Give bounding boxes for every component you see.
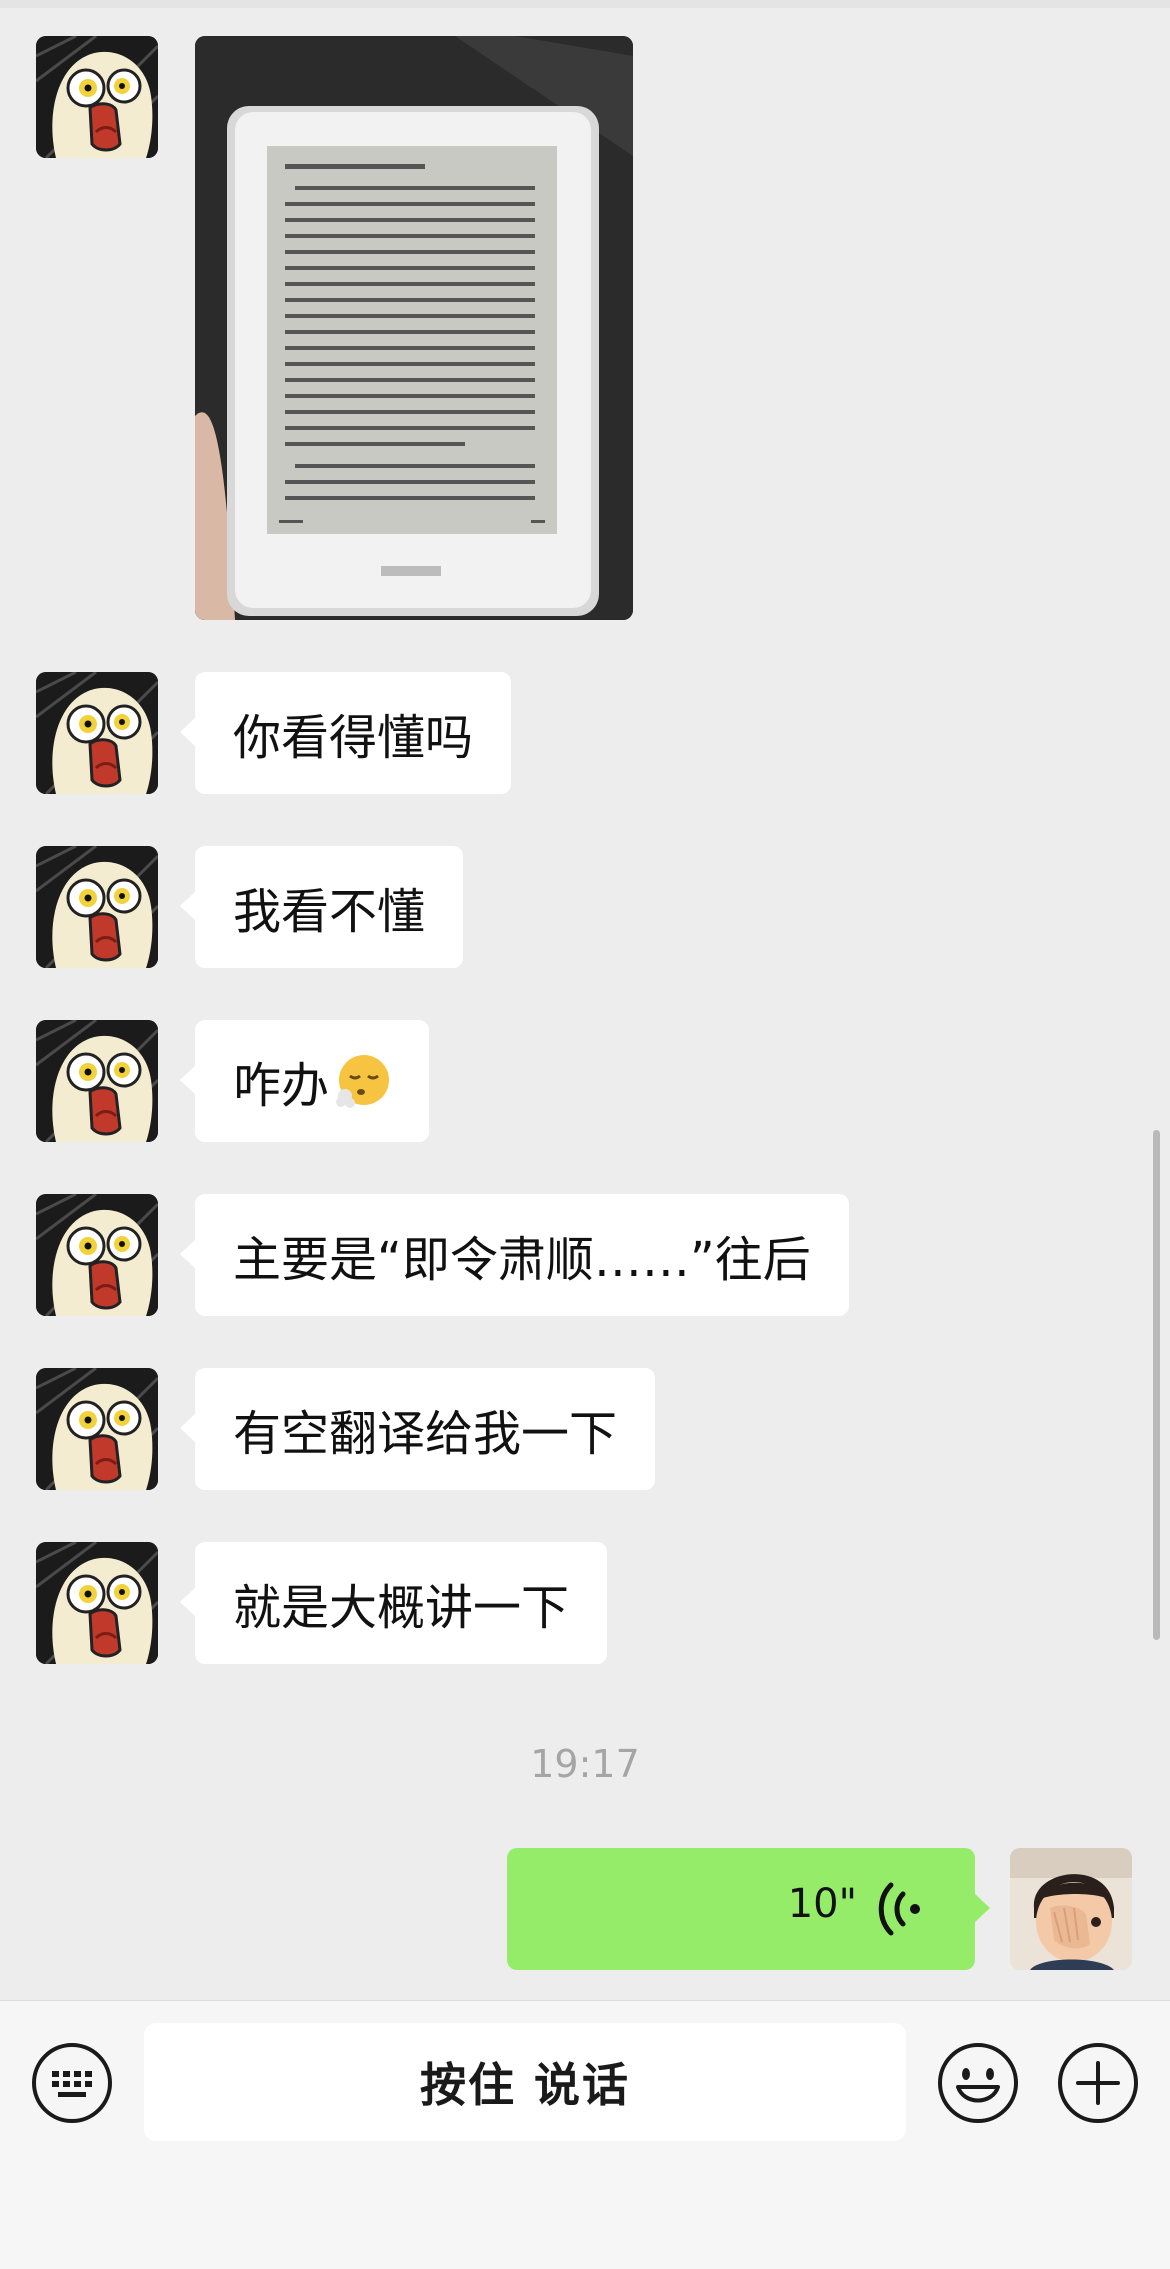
bird-avatar-icon [36, 1194, 158, 1316]
face-exhaling-emoji [336, 1055, 390, 1108]
hold-to-talk-button[interactable]: 按住 说话 [144, 2023, 906, 2141]
voice-message-bubble[interactable]: 10" [507, 1848, 990, 1970]
image-message[interactable] [195, 36, 633, 620]
contact-avatar[interactable] [36, 1368, 158, 1490]
contact-avatar[interactable] [36, 1020, 158, 1142]
contact-avatar[interactable] [36, 1194, 158, 1316]
bird-avatar-icon [36, 846, 158, 968]
contact-avatar[interactable] [36, 846, 158, 968]
contact-avatar[interactable] [36, 672, 158, 794]
message-text: 我看不懂 [233, 884, 426, 940]
contact-avatar[interactable] [36, 36, 158, 158]
emoji-icon[interactable] [936, 2041, 1020, 2125]
input-toolbar: 按住 说话 [0, 2000, 1170, 2269]
voice-wave-icon [878, 1882, 920, 1936]
message-text: 你看得懂吗 [233, 710, 474, 766]
message-text: 咋办 [233, 1058, 330, 1114]
message-text: 就是大概讲一下 [233, 1580, 570, 1636]
my-avatar[interactable] [1010, 1848, 1132, 1970]
message-bubble[interactable]: 咋办 [179, 1020, 430, 1142]
bird-avatar-icon [36, 1368, 158, 1490]
bird-avatar-icon [36, 672, 158, 794]
scrollbar[interactable] [1153, 1130, 1160, 1640]
message-text: 有空翻译给我一下 [233, 1406, 618, 1462]
bird-avatar-icon [36, 36, 158, 158]
bird-avatar-icon [36, 1542, 158, 1664]
message-bubble[interactable]: 就是大概讲一下 [179, 1542, 608, 1664]
message-text: 主要是“即令肃顺……”往后 [233, 1232, 811, 1288]
plus-icon[interactable] [1056, 2041, 1140, 2125]
child-avatar-icon [1010, 1848, 1132, 1970]
message-bubble[interactable]: 你看得懂吗 [179, 672, 512, 794]
ereader-photo [195, 36, 633, 620]
contact-avatar[interactable] [36, 1542, 158, 1664]
top-divider [0, 0, 1170, 8]
bird-avatar-icon [36, 1020, 158, 1142]
keyboard-icon[interactable] [30, 2041, 114, 2125]
message-bubble[interactable]: 我看不懂 [179, 846, 464, 968]
message-bubble[interactable]: 有空翻译给我一下 [179, 1368, 656, 1490]
message-timestamp: 19:17 [530, 1742, 640, 1786]
voice-duration: 10" [787, 1881, 857, 1927]
hold-to-talk-label: 按住 说话 [419, 2058, 630, 2112]
message-bubble[interactable]: 主要是“即令肃顺……”往后 [180, 1194, 849, 1316]
